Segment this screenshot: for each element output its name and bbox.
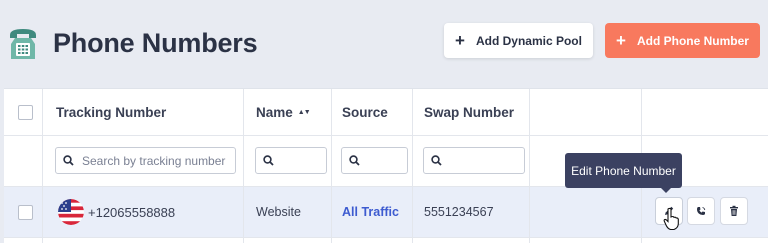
- phone-ring-icon: [697, 207, 706, 215]
- row-checkbox[interactable]: [18, 205, 33, 220]
- sort-icon[interactable]: ▲▼: [298, 109, 311, 116]
- column-header-swap-number[interactable]: Swap Number: [424, 89, 514, 135]
- edit-tooltip: Edit Phone Number: [565, 153, 682, 188]
- column-divider: [42, 89, 43, 243]
- row-divider: [4, 237, 768, 238]
- column-divider: [243, 89, 244, 243]
- hand-cursor-icon: [663, 207, 679, 231]
- page-header: Phone Numbers + Add Dynamic Pool + Add P…: [0, 0, 768, 88]
- swap-number-filter-input[interactable]: [423, 147, 525, 174]
- add-dynamic-pool-label: Add Dynamic Pool: [475, 33, 582, 48]
- column-header-name-label: Name: [256, 104, 293, 120]
- search-icon: [263, 155, 274, 166]
- column-divider: [412, 89, 413, 243]
- name-filter-input[interactable]: [255, 147, 327, 174]
- column-divider: [529, 89, 530, 243]
- tracking-number-search-input[interactable]: Search by tracking number: [55, 147, 236, 174]
- search-icon: [349, 155, 360, 166]
- search-icon: [63, 155, 74, 166]
- tooltip-arrow: [660, 187, 672, 193]
- column-divider: [331, 89, 332, 243]
- add-phone-number-label: Add Phone Number: [636, 33, 749, 48]
- tracking-number-cell[interactable]: +12065558888: [88, 187, 175, 237]
- column-header-source[interactable]: Source: [342, 89, 388, 135]
- call-settings-button[interactable]: [687, 197, 715, 225]
- add-dynamic-pool-button[interactable]: + Add Dynamic Pool: [444, 23, 593, 58]
- search-placeholder: Search by tracking number: [82, 153, 226, 168]
- telephone-icon: [10, 29, 36, 59]
- column-header-name[interactable]: Name ▲▼: [256, 89, 311, 135]
- row-divider: [4, 135, 768, 136]
- select-all-checkbox[interactable]: [18, 105, 33, 120]
- page-title: Phone Numbers: [53, 28, 258, 58]
- name-cell: Website: [256, 205, 301, 219]
- column-header-tracking-number[interactable]: Tracking Number: [56, 89, 166, 135]
- us-flag-icon: [58, 199, 84, 225]
- plus-icon: +: [616, 31, 626, 50]
- trash-icon: [730, 205, 738, 216]
- source-link[interactable]: All Traffic: [342, 187, 399, 237]
- delete-button[interactable]: [720, 197, 748, 225]
- search-icon: [431, 155, 442, 166]
- source-filter-input[interactable]: [341, 147, 408, 174]
- plus-icon: +: [455, 31, 465, 50]
- swap-number-cell: 5551234567: [424, 205, 494, 219]
- add-phone-number-button[interactable]: + Add Phone Number: [605, 23, 760, 58]
